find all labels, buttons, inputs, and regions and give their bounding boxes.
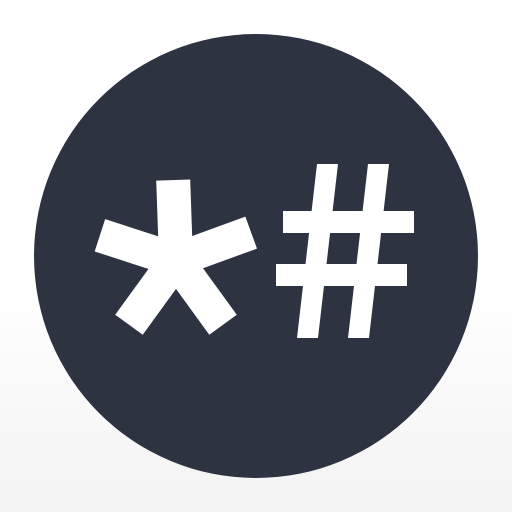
icon-canvas [0, 0, 512, 512]
badge-circle [34, 34, 478, 478]
app-icon [34, 34, 478, 478]
